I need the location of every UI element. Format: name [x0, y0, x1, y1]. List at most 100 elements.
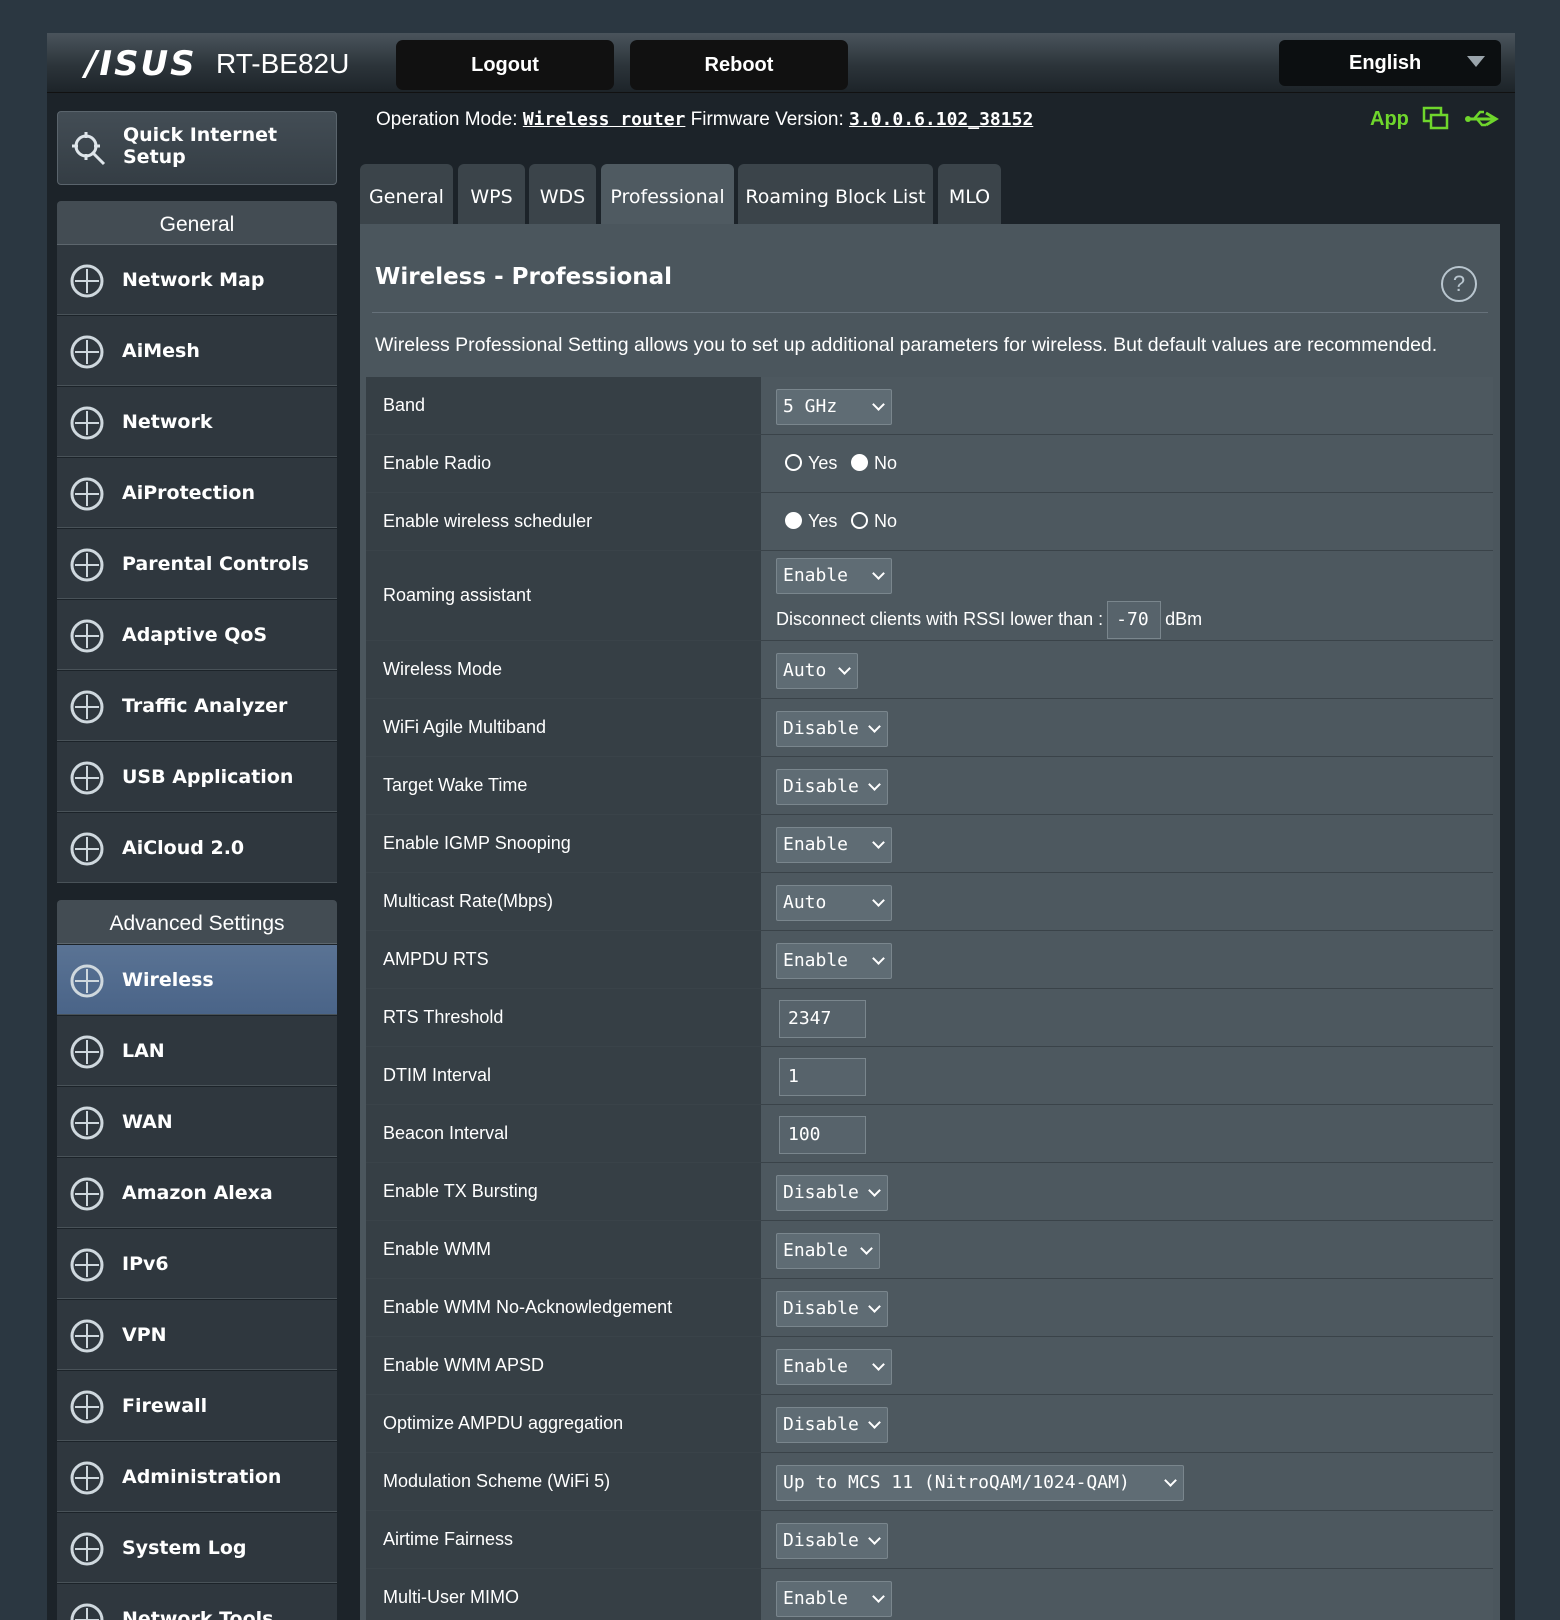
dtim-input[interactable]: 1: [779, 1058, 866, 1096]
rts-input[interactable]: 2347: [779, 1000, 866, 1038]
sidebar-item-aimesh[interactable]: AiMesh: [57, 316, 337, 386]
firmware-link[interactable]: 3.0.0.6.102_38152: [849, 109, 1033, 130]
wmm-apsd-value: Enable: [783, 1356, 849, 1377]
igmp-select[interactable]: Enable: [776, 827, 892, 863]
wmm-apsd-row: Enable WMM APSD Enable: [366, 1337, 1493, 1395]
help-icon[interactable]: ?: [1441, 266, 1477, 302]
chevron-down-icon: [872, 398, 885, 411]
wireless-icon: [70, 964, 104, 998]
agile-label: WiFi Agile Multiband: [366, 699, 761, 756]
sidebar-item-label: AiProtection: [122, 482, 255, 504]
app-link[interactable]: App: [1370, 108, 1409, 130]
sidebar-item-label: Network Map: [122, 269, 265, 291]
language-select[interactable]: English: [1279, 40, 1501, 86]
sidebar-item-network[interactable]: Network: [57, 387, 337, 457]
tab-mlo[interactable]: MLO: [938, 164, 1001, 224]
rssi-line: Disconnect clients with RSSI lower than …: [776, 601, 1202, 639]
roaming-row: Roaming assistant Enable Disconnect clie…: [366, 551, 1493, 641]
scheduler-no[interactable]: No: [851, 511, 897, 532]
sidebar-item-adaptive-qos[interactable]: Adaptive QoS: [57, 600, 337, 670]
enable-radio-yes[interactable]: Yes: [785, 453, 837, 474]
tx-burst-select[interactable]: Disable: [776, 1175, 888, 1211]
tab-roaming-block-list[interactable]: Roaming Block List: [738, 164, 933, 224]
band-select[interactable]: 5 GHz: [776, 389, 892, 425]
airtime-label: Airtime Fairness: [366, 1511, 761, 1568]
wmm-select[interactable]: Enable: [776, 1233, 880, 1269]
wmm-apsd-select[interactable]: Enable: [776, 1349, 892, 1385]
chevron-down-icon: [872, 952, 885, 965]
reboot-button[interactable]: Reboot: [630, 40, 848, 90]
chevron-down-icon: [868, 1184, 881, 1197]
beacon-input[interactable]: 100: [779, 1116, 866, 1154]
sidebar-item-lan[interactable]: LAN: [57, 1016, 337, 1086]
wireless-mode-label: Wireless Mode: [366, 641, 761, 698]
sidebar-item-label: LAN: [122, 1040, 165, 1062]
dtim-label: DTIM Interval: [366, 1047, 761, 1104]
sidebar-item-network-map[interactable]: Network Map: [57, 245, 337, 315]
sidebar-item-network-tools[interactable]: Network Tools: [57, 1584, 337, 1620]
tab-general[interactable]: General: [360, 164, 453, 224]
roaming-select[interactable]: Enable: [776, 558, 892, 594]
band-row: Band 5 GHz: [366, 377, 1493, 435]
wireless-mode-value: Auto: [783, 660, 827, 681]
sidebar-item-aicloud-2-0[interactable]: AiCloud 2.0: [57, 813, 337, 883]
quick-internet-setup[interactable]: Quick Internet Setup: [57, 111, 337, 185]
airtime-row: Airtime Fairness Disable: [366, 1511, 1493, 1569]
tab-wps[interactable]: WPS: [458, 164, 525, 224]
twt-select[interactable]: Disable: [776, 769, 888, 805]
sidebar-item-firewall[interactable]: Firewall: [57, 1371, 337, 1441]
beacon-label: Beacon Interval: [366, 1105, 761, 1162]
sidebar-item-parental-controls[interactable]: Parental Controls: [57, 529, 337, 599]
usb-status-icon[interactable]: [1464, 108, 1500, 130]
ampdu-agg-select[interactable]: Disable: [776, 1407, 888, 1443]
asus-logo: /ISUS: [85, 44, 197, 84]
sidebar-item-label: Administration: [122, 1466, 282, 1488]
wireless-mode-row: Wireless Mode Auto: [366, 641, 1493, 699]
enable-radio-no[interactable]: No: [851, 453, 897, 474]
advanced-settings-header: Advanced Settings: [57, 900, 337, 944]
tab-wds[interactable]: WDS: [529, 164, 596, 224]
op-mode-link[interactable]: Wireless router: [523, 109, 686, 130]
sidebar-item-wan[interactable]: WAN: [57, 1087, 337, 1157]
sidebar-item-label: Wireless: [122, 969, 214, 991]
agile-select[interactable]: Disable: [776, 711, 888, 747]
scheduler-yes[interactable]: Yes: [785, 511, 837, 532]
airtime-select[interactable]: Disable: [776, 1523, 888, 1559]
sidebar-item-wireless[interactable]: Wireless: [57, 945, 337, 1015]
wmm-noack-label: Enable WMM No-Acknowledgement: [366, 1279, 761, 1336]
sidebar-item-aiprotection[interactable]: AiProtection: [57, 458, 337, 528]
dtim-row: DTIM Interval 1: [366, 1047, 1493, 1105]
sidebar-item-administration[interactable]: Administration: [57, 1442, 337, 1512]
wmm-noack-value: Disable: [783, 1298, 859, 1319]
ampdu-rts-select[interactable]: Enable: [776, 943, 892, 979]
sidebar-item-label: Network Tools: [122, 1608, 274, 1620]
rssi-input[interactable]: -70: [1107, 601, 1162, 639]
devices-icon[interactable]: [1422, 106, 1450, 132]
modulation-select[interactable]: Up to MCS 11 (NitroQAM/1024-QAM): [776, 1465, 1184, 1501]
multicast-select[interactable]: Auto: [776, 885, 892, 921]
shield-lock-icon: [70, 477, 104, 511]
sidebar-item-amazon-alexa[interactable]: Amazon Alexa: [57, 1158, 337, 1228]
enable-radio-row: Enable Radio Yes No: [366, 435, 1493, 493]
sidebar-item-traffic-analyzer[interactable]: Traffic Analyzer: [57, 671, 337, 741]
wireless-mode-select[interactable]: Auto: [776, 653, 858, 689]
modulation-row: Modulation Scheme (WiFi 5) Up to MCS 11 (…: [366, 1453, 1493, 1511]
vpn-icon: [70, 1319, 104, 1353]
page-description: Wireless Professional Setting allows you…: [375, 334, 1438, 356]
usb-icon: [70, 761, 104, 795]
sidebar-item-usb-application[interactable]: USB Application: [57, 742, 337, 812]
sidebar-item-vpn[interactable]: VPN: [57, 1300, 337, 1370]
sidebar-item-ipv6[interactable]: IPv6: [57, 1229, 337, 1299]
modulation-label: Modulation Scheme (WiFi 5): [366, 1453, 761, 1510]
logout-button[interactable]: Logout: [396, 40, 614, 90]
band-value: 5 GHz: [783, 396, 838, 417]
sidebar-item-label: System Log: [122, 1537, 247, 1559]
gear-icon: [70, 1461, 104, 1495]
ampdu-agg-row: Optimize AMPDU aggregation Disable: [366, 1395, 1493, 1453]
rts-label: RTS Threshold: [366, 989, 761, 1046]
chevron-down-icon: [872, 894, 885, 907]
wmm-noack-select[interactable]: Disable: [776, 1291, 888, 1327]
sidebar-item-system-log[interactable]: System Log: [57, 1513, 337, 1583]
mu-mimo-select[interactable]: Enable: [776, 1581, 892, 1617]
tab-professional[interactable]: Professional: [601, 164, 734, 224]
